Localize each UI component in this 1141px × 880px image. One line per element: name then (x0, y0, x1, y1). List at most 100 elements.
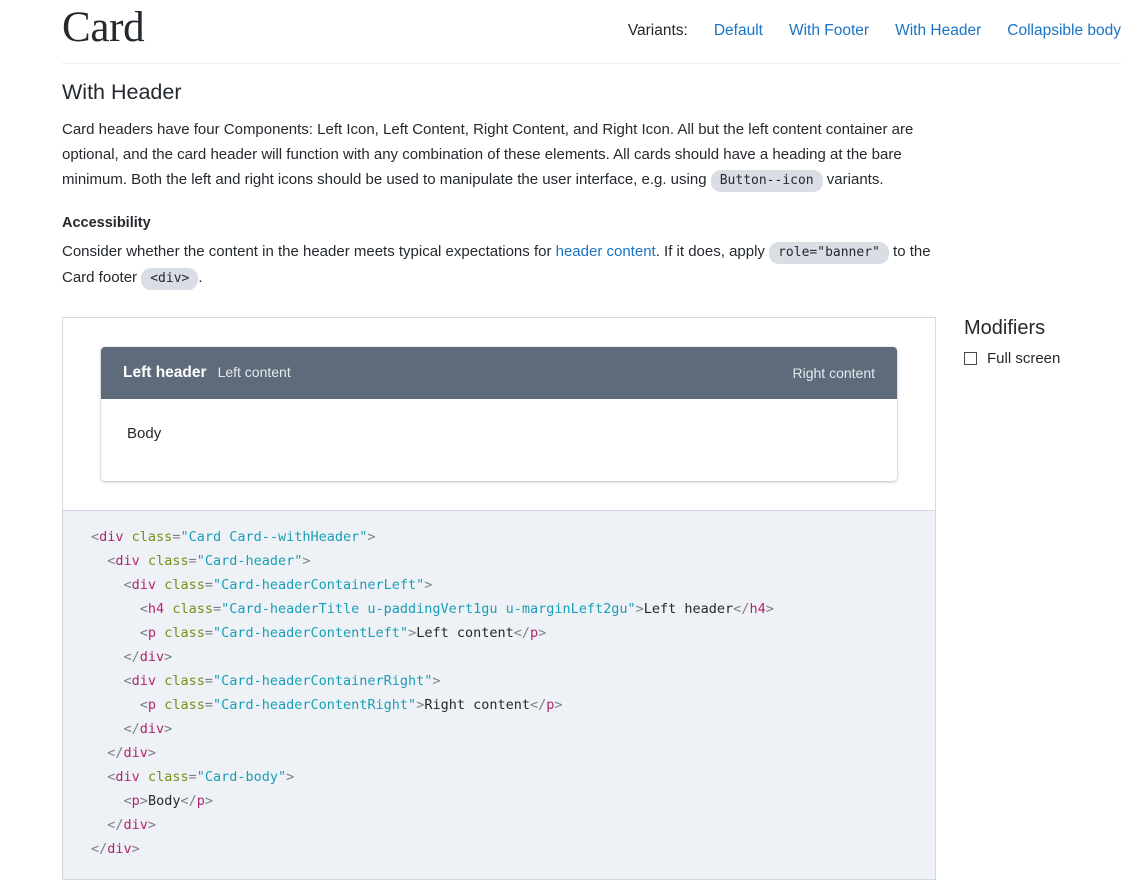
code-token-text: Left header (643, 601, 734, 618)
modifier-item-full-screen[interactable]: Full screen (964, 350, 1131, 367)
code-token-str: "Card-headerContainerRight" (212, 673, 433, 690)
card-component: Left header Left content Right content B… (101, 347, 897, 482)
code-token-punct: </ (123, 721, 140, 738)
demo-row: Left header Left content Right content B… (0, 317, 1141, 880)
modifiers-title: Modifiers (964, 317, 1046, 340)
inline-code-role-banner: role="banner" (769, 242, 889, 265)
code-token-punct: > (408, 625, 417, 642)
variant-link-collapsible-body[interactable]: Collapsible body (1007, 22, 1121, 40)
card-header-container-right: Right content (793, 365, 876, 381)
card-header-content-right: Right content (792, 365, 876, 382)
code-token-tag: div (107, 841, 132, 858)
code-token-punct: </ (91, 841, 108, 858)
code-token-punct: > (432, 673, 441, 690)
main-content: With Header Card headers have four Compo… (0, 64, 1141, 291)
demo-panel: Left header Left content Right content B… (62, 317, 936, 511)
code-token-str: "Card-headerContentLeft" (212, 625, 409, 642)
code-token-attr: class (164, 697, 205, 714)
code-token-punct: > (147, 817, 157, 834)
code-token-punct: > (765, 601, 774, 618)
code-token-punct: = (204, 673, 213, 690)
code-token-punct: </ (123, 649, 140, 666)
code-token-tag: div (131, 673, 157, 690)
variant-link-with-header[interactable]: With Header (895, 22, 981, 40)
code-token-tag: div (99, 529, 124, 546)
code-token-punct: > (204, 793, 213, 810)
code-token-punct: </ (513, 625, 531, 642)
code-token-attr: class (164, 625, 205, 642)
code-token-punct: > (164, 649, 173, 666)
page-title: Card (62, 4, 145, 51)
code-token-punct: </ (107, 745, 124, 762)
code-token-attr: class (147, 769, 189, 786)
card-body: Body (101, 399, 897, 481)
code-token-attr: class (172, 601, 213, 618)
code-token-tag: p (147, 625, 157, 642)
code-token-punct: > (554, 697, 563, 714)
code-snippet: <div class="Card Card--withHeader"> <div… (63, 525, 935, 861)
code-token-punct: = (204, 697, 213, 714)
code-token-tag: div (115, 769, 140, 786)
card-body-text: Body (127, 425, 162, 443)
code-token-tag: h4 (749, 601, 766, 618)
full-screen-checkbox[interactable] (964, 352, 977, 366)
code-token-tag: div (115, 553, 140, 570)
code-token-punct: = (204, 625, 213, 642)
variant-link-with-footer[interactable]: With Footer (789, 22, 869, 40)
variant-link-default[interactable]: Default (714, 22, 763, 40)
code-token-punct: </ (530, 697, 547, 714)
code-token-punct: = (204, 577, 213, 594)
code-token-tag: div (139, 721, 165, 738)
code-token-str: "Card Card--withHeader" (180, 529, 368, 546)
code-token-attr: class (147, 553, 189, 570)
header-content-link[interactable]: header content (556, 243, 656, 260)
card-header-container-left: Left header Left content (123, 364, 291, 382)
section-description: Card headers have four Components: Left … (62, 117, 940, 193)
code-token-attr: class (164, 673, 205, 690)
page-header: Card Variants: Default With Footer With … (0, 0, 1141, 65)
code-token-str: "Card-headerContainerLeft" (212, 577, 425, 594)
code-token-punct: = (188, 769, 197, 786)
a11y-text-part-4: . (198, 269, 203, 287)
section-title: With Header (62, 80, 182, 105)
code-token-str: "Card-header" (196, 553, 303, 570)
code-token-str: "Card-headerTitle u-paddingVert1gu u-mar… (221, 601, 636, 618)
code-token-punct: </ (180, 793, 197, 810)
code-token-punct: > (286, 769, 295, 786)
code-token-punct: < (139, 625, 148, 642)
code-token-tag: div (131, 577, 157, 594)
inline-code-div: <div> (141, 268, 199, 291)
variants-label: Variants: (627, 22, 688, 40)
accessibility-heading: Accessibility (62, 215, 151, 232)
code-token-punct: > (424, 577, 433, 594)
code-token-punct: </ (107, 817, 124, 834)
a11y-text-part-1: Consider whether the content in the head… (62, 243, 556, 261)
accessibility-description: Consider whether the content in the head… (62, 239, 940, 291)
card-header: Left header Left content Right content (101, 347, 897, 400)
demo-column: Left header Left content Right content B… (62, 317, 936, 880)
code-token-tag: p (131, 793, 140, 810)
inline-code-button-icon: Button--icon (710, 170, 823, 193)
code-panel: <div class="Card Card--withHeader"> <div… (62, 510, 936, 880)
code-token-punct: > (367, 529, 376, 546)
code-token-punct: > (164, 721, 173, 738)
code-token-str: "Card-body" (196, 769, 287, 786)
code-token-attr: class (164, 577, 205, 594)
code-token-tag: p (530, 625, 539, 642)
description-text-part-2: variants. (822, 171, 884, 189)
code-token-punct: < (139, 601, 148, 618)
a11y-text-part-2: . If it does, apply (655, 243, 770, 261)
code-token-punct: < (139, 697, 148, 714)
card-header-title: Left header (123, 364, 207, 382)
code-token-tag: h4 (147, 601, 165, 618)
